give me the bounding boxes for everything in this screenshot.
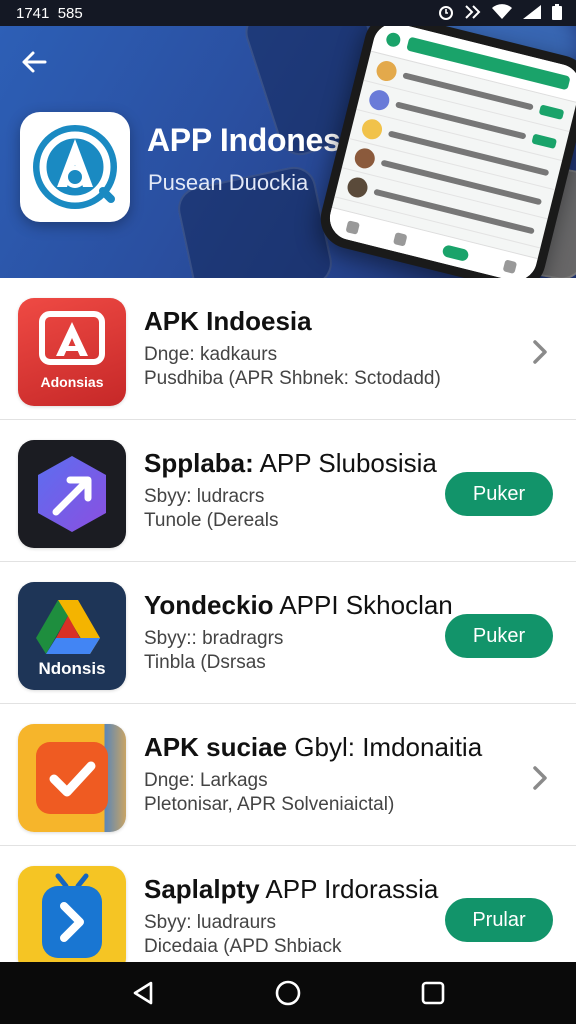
- status-bar: 1741 585: [0, 0, 576, 26]
- nfc-icon: [464, 4, 482, 22]
- nav-home-button[interactable]: [268, 973, 308, 1013]
- app-icon: [18, 724, 126, 832]
- page-title: APP Indonesia: [147, 122, 367, 158]
- list-item[interactable]: Ndonsis Yondeckio APPI Skhoclan Sbyy:: b…: [0, 562, 576, 704]
- app-name: APK suciae Gbyl: Imdonaitia: [144, 732, 483, 762]
- app-icon: Adonsias: [18, 298, 126, 406]
- wifi-icon: [492, 4, 512, 22]
- list-item[interactable]: Spplaba: APP Slubosisia Sbyy: ludracrs T…: [0, 420, 576, 562]
- icon-label: Adonsias: [40, 374, 103, 390]
- alarm-icon: [438, 4, 454, 22]
- hero-app-icon: [20, 112, 130, 222]
- signal-icon: [522, 4, 542, 22]
- app-meta-line1: Sbyy:: bradragrs: [144, 628, 284, 649]
- phone-screen: [325, 26, 576, 278]
- status-extra: 585: [57, 4, 83, 22]
- app-meta-line1: Dnge: Larkags: [144, 770, 268, 791]
- nav-recents-button[interactable]: [413, 973, 453, 1013]
- install-button[interactable]: Prular: [445, 898, 553, 942]
- checkmark-icon: [36, 742, 108, 814]
- back-button[interactable]: [16, 46, 52, 78]
- app-meta-line2: Tinbla (Dsrsas: [144, 652, 266, 673]
- list-item[interactable]: Adonsias APK Indoesia Dnge: kadkaurs Pus…: [0, 278, 576, 420]
- back-triangle-icon: [133, 981, 152, 1005]
- app-meta-line1: Sbyy: ludracrs: [144, 486, 265, 507]
- app-meta-line1: Sbyy: luadraurs: [144, 912, 277, 933]
- page-subtitle: Pusean Duockia: [148, 170, 309, 195]
- radar-logo-icon: [33, 125, 117, 209]
- app-icon: Ndonsis: [18, 582, 126, 690]
- battery-icon: [552, 4, 562, 22]
- app-list: Adonsias APK Indoesia Dnge: kadkaurs Pus…: [0, 278, 576, 962]
- app-meta-line2: Dicedaia (APD Shbiack: [144, 936, 342, 957]
- status-icons: [438, 4, 562, 22]
- status-time: 1741 585: [16, 5, 83, 22]
- app-meta-line1: Dnge: kadkaurs: [144, 344, 278, 365]
- navigation-bar: [0, 962, 576, 1024]
- chevron-right-icon[interactable]: [530, 764, 550, 792]
- app-name: Spplaba: APP Slubosisia: [144, 448, 437, 478]
- list-item[interactable]: Saplalpty APP Irdorassia Sbyy: luadraurs…: [0, 846, 576, 962]
- list-item[interactable]: APK suciae Gbyl: Imdonaitia Dnge: Larkag…: [0, 704, 576, 846]
- home-circle-icon: [275, 980, 301, 1006]
- app-meta-line2: Pletonisar, APR Solveniaictal): [144, 794, 395, 815]
- app-name: Yondeckio APPI Skhoclan: [144, 590, 453, 620]
- app-name: APK Indoesia: [144, 306, 312, 336]
- hexagon-arrow-icon: [38, 456, 106, 532]
- a-logo-icon: Adonsias: [39, 311, 105, 390]
- app-name: Saplalpty APP Irdorassia: [144, 874, 439, 904]
- install-button[interactable]: Puker: [445, 614, 553, 658]
- app-icon: [18, 440, 126, 548]
- triangle-drive-icon: Ndonsis: [36, 600, 106, 678]
- header-banner: APP Indonesia Pusean Duockia: [0, 26, 576, 278]
- app-meta-line2: Pusdhiba (APR Shbnek: Sctodadd): [144, 368, 441, 389]
- app-meta-line2: Tunole (Dereals: [144, 510, 279, 531]
- tv-play-icon: [42, 873, 102, 958]
- arrow-left-icon: [22, 51, 47, 73]
- install-button[interactable]: Puker: [445, 472, 553, 516]
- chevron-right-icon[interactable]: [530, 338, 550, 366]
- app-icon: [18, 866, 126, 962]
- recents-square-icon: [422, 981, 445, 1005]
- nav-back-button[interactable]: [123, 973, 163, 1013]
- clock: 1741: [16, 4, 50, 22]
- icon-label: Ndonsis: [38, 659, 105, 678]
